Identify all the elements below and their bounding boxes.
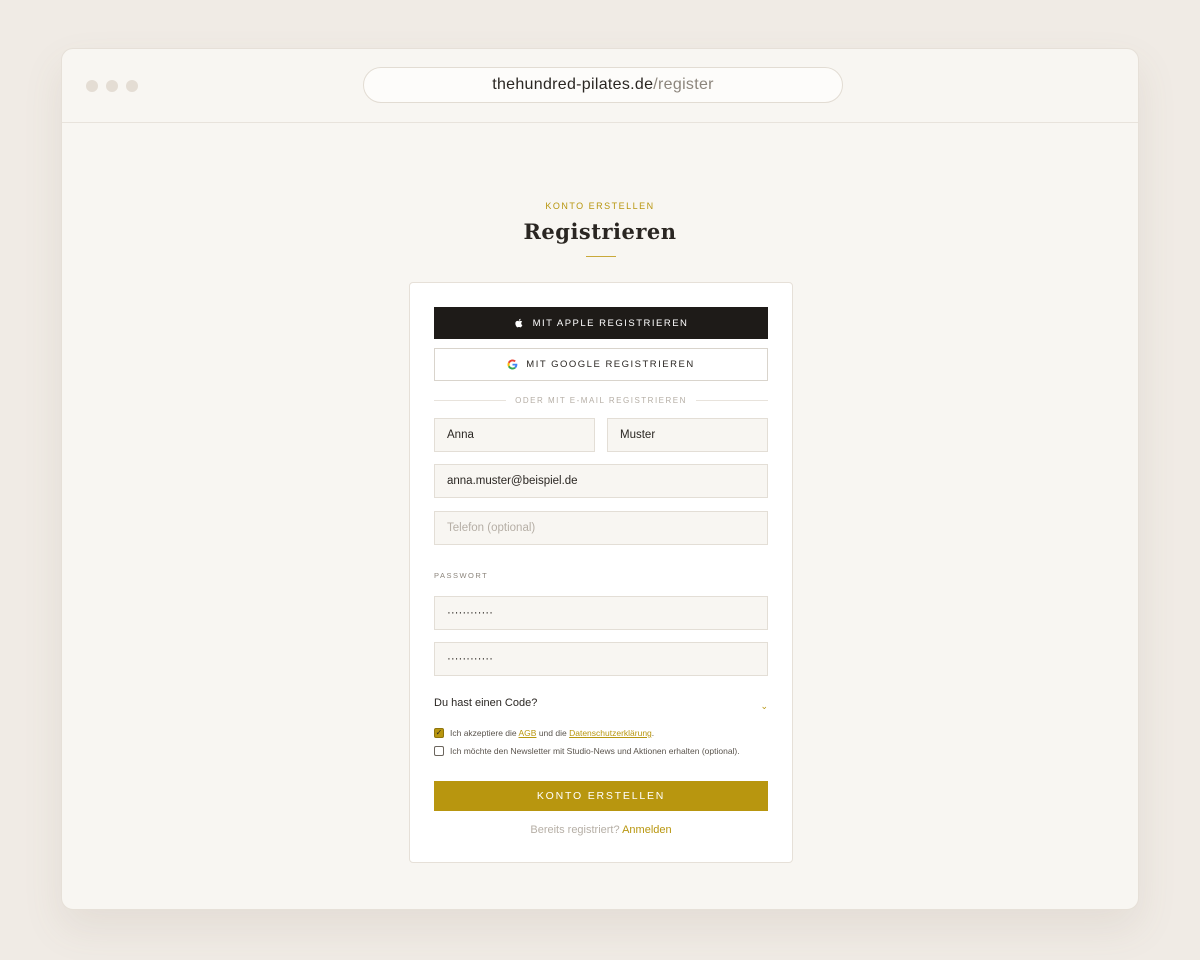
url-path: /register [653, 76, 714, 93]
divider-line-left [434, 399, 507, 401]
first-name-input[interactable] [434, 418, 595, 452]
create-account-button[interactable]: KONTO ERSTELLEN [434, 781, 768, 811]
phone-input[interactable] [434, 511, 768, 545]
address-bar[interactable]: thehundred-pilates.de/register [363, 67, 843, 103]
code-toggle-label: Du hast einen Code? [434, 697, 538, 709]
last-name-input[interactable] [607, 418, 768, 452]
google-icon [507, 359, 518, 370]
password-confirm-input[interactable] [434, 642, 768, 676]
url-domain: thehundred-pilates.de [492, 76, 654, 93]
browser-titlebar: thehundred-pilates.de/register [62, 49, 1138, 123]
password-input[interactable] [434, 596, 768, 630]
window-maximize-dot[interactable] [126, 80, 138, 92]
apple-icon [514, 318, 523, 328]
window-close-dot[interactable] [86, 80, 98, 92]
newsletter-consent-text: Ich möchte den Newsletter mit Studio-New… [450, 746, 740, 756]
newsletter-checkbox[interactable] [434, 746, 444, 756]
terms-consent-row: ✓ Ich akzeptiere die AGB und die Datensc… [434, 727, 768, 739]
terms-link[interactable]: AGB [519, 728, 537, 738]
divider-text: ODER MIT E-MAIL REGISTRIEREN [515, 395, 687, 405]
code-toggle[interactable]: Du hast einen Code? ⌄ [434, 693, 768, 713]
google-signup-label: MIT GOOGLE REGISTRIEREN [526, 359, 695, 370]
chevron-down-icon: ⌄ [760, 700, 768, 711]
apple-signup-button[interactable]: MIT APPLE REGISTRIEREN [434, 307, 768, 339]
browser-window: thehundred-pilates.de/register KONTO ERS… [61, 48, 1139, 910]
divider-line-right [695, 399, 769, 401]
login-link[interactable]: Anmelden [622, 824, 672, 836]
login-prompt: Bereits registriert? Anmelden [410, 824, 792, 836]
terms-checkbox[interactable]: ✓ [434, 728, 444, 738]
terms-text-before: Ich akzeptiere die [450, 728, 519, 738]
page-title: Registrieren [523, 219, 677, 244]
terms-text-after: . [651, 728, 655, 738]
create-account-label: KONTO ERSTELLEN [536, 790, 666, 802]
title-underline [586, 256, 616, 257]
terms-consent-text: Ich akzeptiere die AGB und die Datenschu… [450, 727, 654, 739]
email-divider: ODER MIT E-MAIL REGISTRIEREN [434, 394, 769, 406]
terms-text-mid: und die [536, 728, 570, 738]
window-controls [86, 80, 138, 92]
login-prompt-text: Bereits registriert? [530, 824, 620, 836]
page-eyebrow: KONTO ERSTELLEN [545, 201, 655, 211]
google-signup-button[interactable]: MIT GOOGLE REGISTRIEREN [434, 348, 768, 381]
email-input[interactable] [434, 464, 768, 498]
password-section-label: PASSWORT [434, 571, 489, 580]
window-minimize-dot[interactable] [106, 80, 118, 92]
register-card: MIT APPLE REGISTRIEREN MIT GOOGLE REGIST… [409, 282, 793, 863]
privacy-link[interactable]: Datenschutzerklärung [569, 728, 652, 738]
apple-signup-label: MIT APPLE REGISTRIEREN [532, 317, 689, 329]
newsletter-consent-row: Ich möchte den Newsletter mit Studio-New… [434, 745, 768, 757]
